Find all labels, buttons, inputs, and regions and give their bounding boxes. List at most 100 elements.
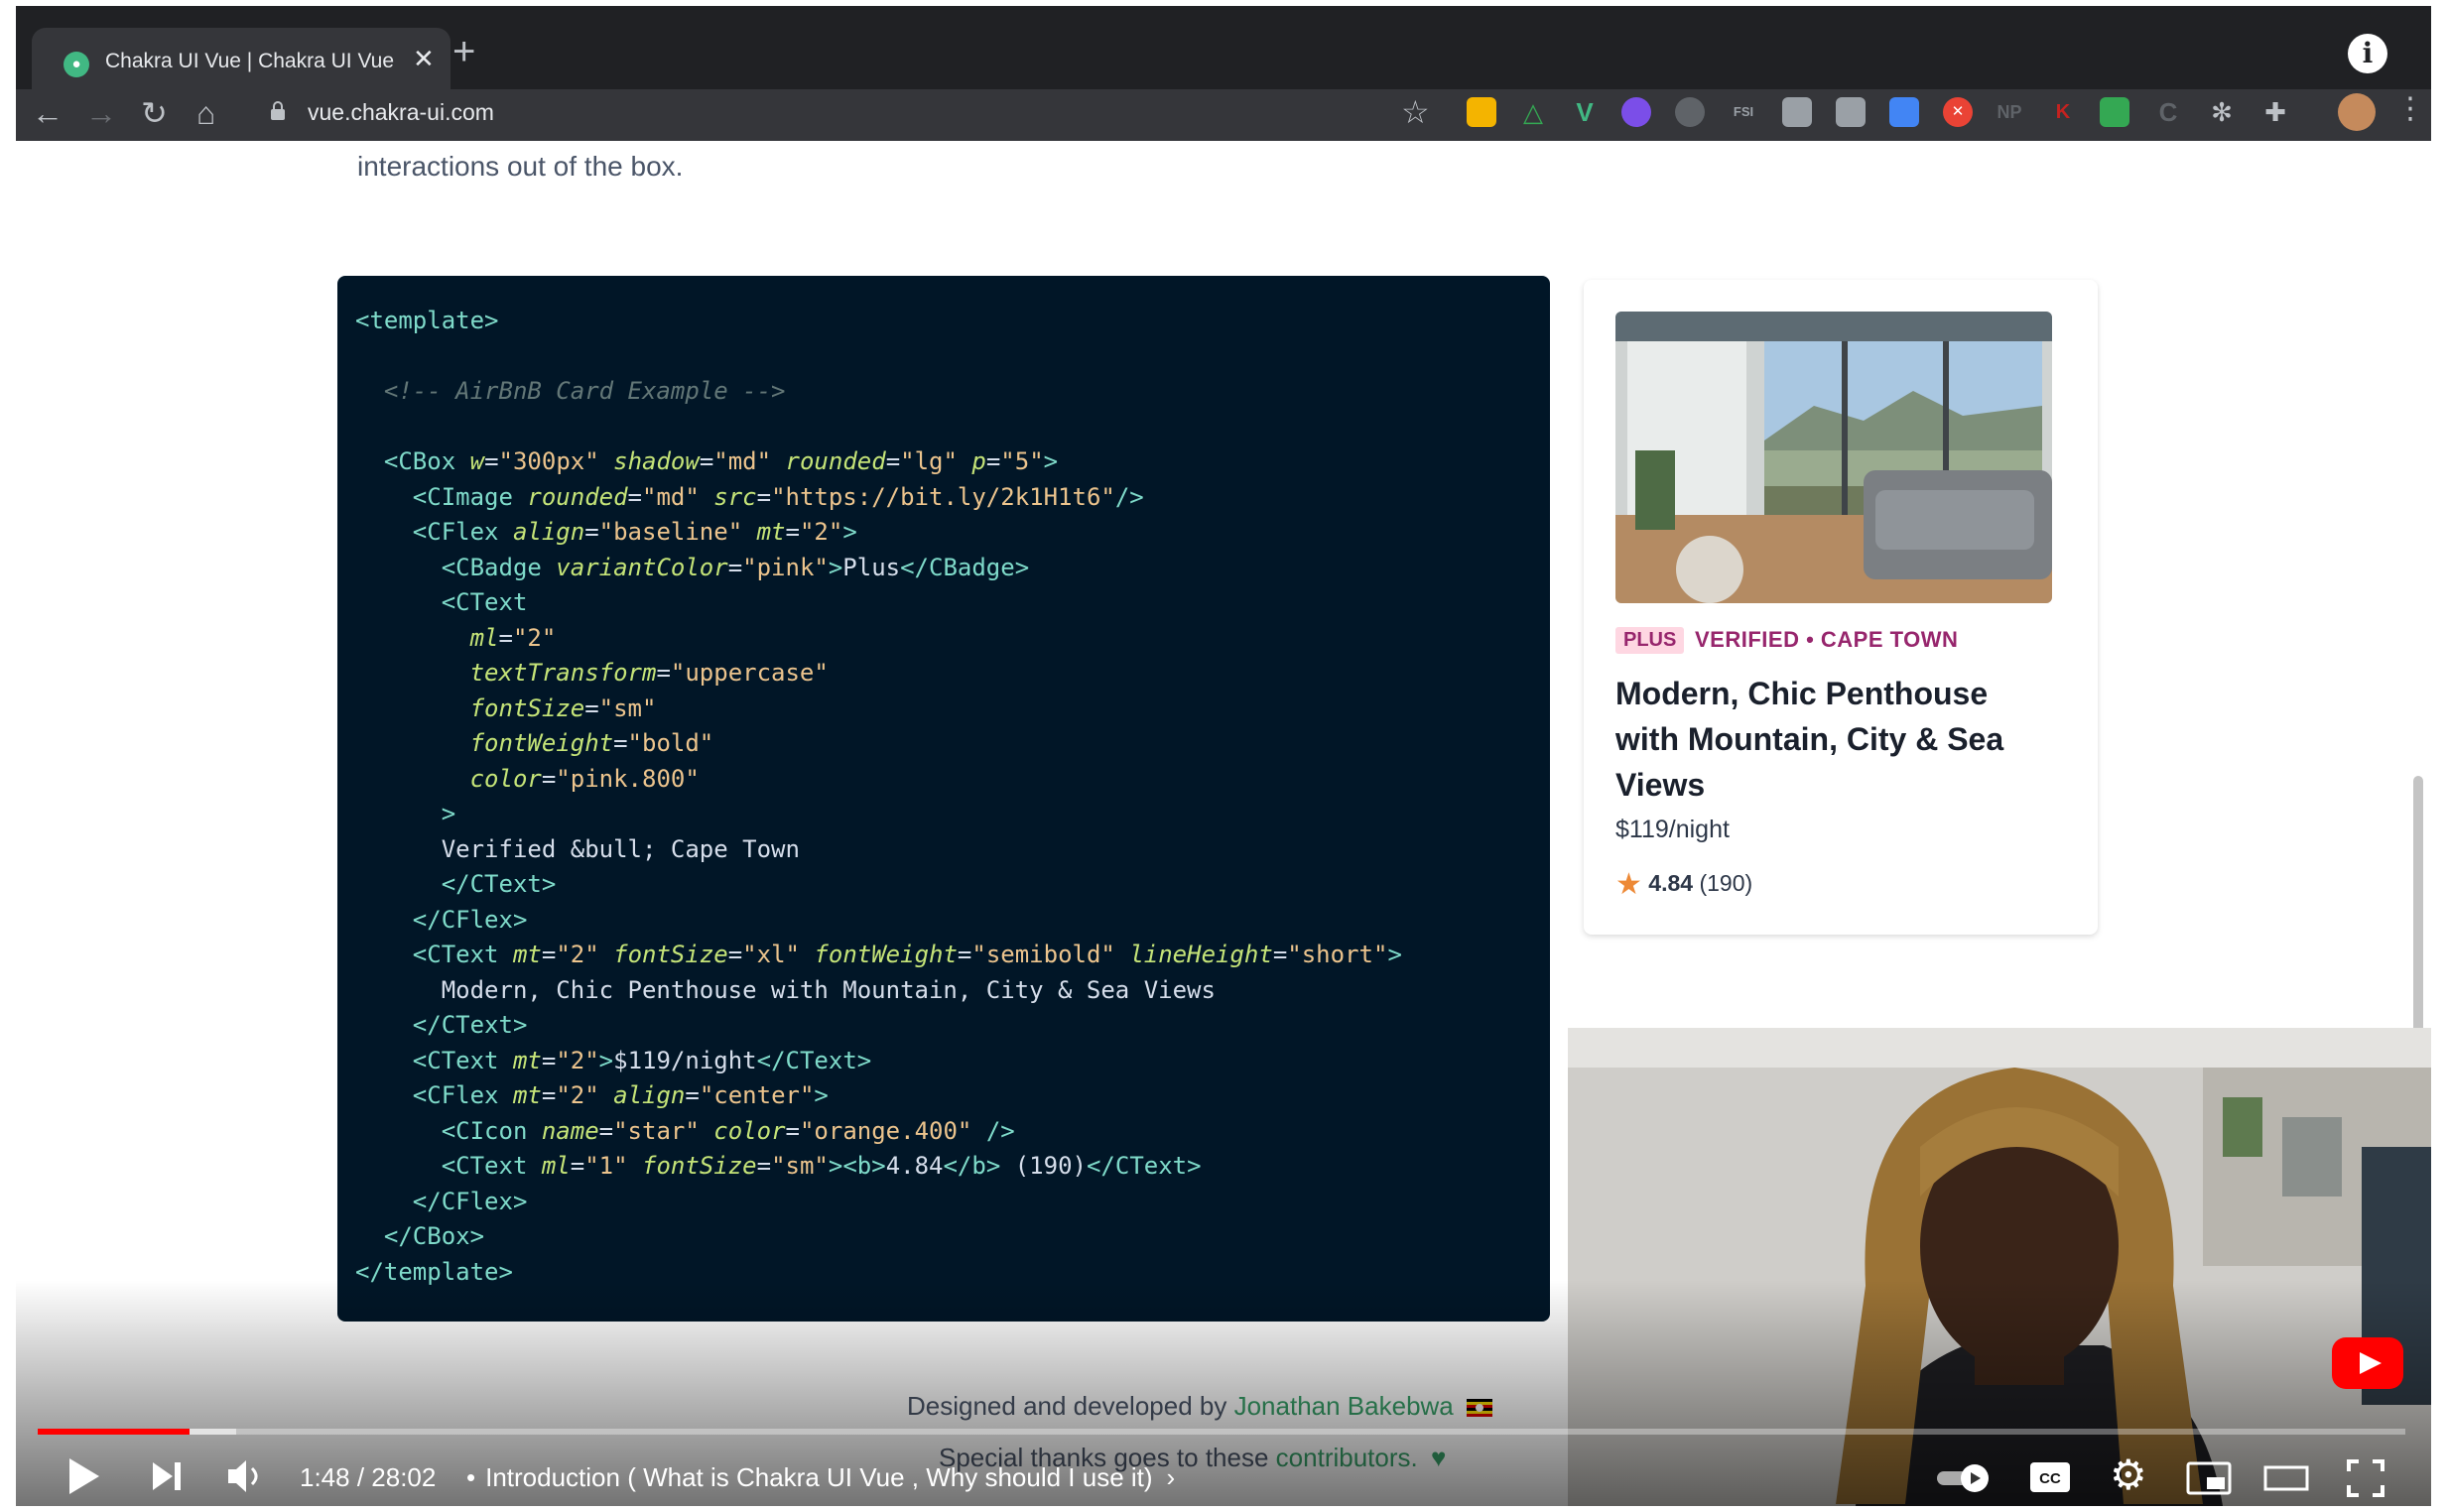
close-tab-icon[interactable]: ✕ (413, 44, 435, 74)
youtube-subscribe-logo[interactable] (2332, 1337, 2403, 1389)
extension-gear-icon[interactable]: ✻ (2207, 97, 2237, 127)
code-token: variantColor (556, 553, 728, 581)
code-token: = (756, 482, 772, 511)
code-token: "1" (584, 1152, 628, 1180)
play-icon[interactable] (64, 1454, 103, 1498)
extension-translate-icon[interactable] (1889, 97, 1919, 127)
code-token: mt (756, 518, 786, 546)
home-icon[interactable]: ⌂ (196, 91, 215, 135)
code-token: > (598, 1046, 614, 1074)
code-token: <CImage (412, 482, 528, 511)
extension-k-icon[interactable]: K (2048, 97, 2078, 127)
autoplay-toggle-icon[interactable] (1935, 1462, 1995, 1494)
extension-vue-devtools-icon[interactable]: V (1570, 97, 1600, 127)
extension-np-icon[interactable]: NP (1995, 97, 2024, 127)
code-token: = (785, 518, 800, 546)
video-progress-bar[interactable] (38, 1429, 2405, 1435)
code-token: fontWeight (814, 941, 958, 968)
back-arrow-icon[interactable]: ← (32, 91, 64, 135)
extension-screenshot-icon[interactable] (1836, 97, 1866, 127)
extension-text-icon[interactable]: FSI (1729, 97, 1758, 127)
code-line: </CFlex> (355, 1185, 528, 1220)
code-token: p (971, 447, 986, 475)
browser-tab[interactable]: ● Chakra UI Vue | Chakra UI Vue ✕ (32, 28, 451, 95)
extension-drive-icon[interactable]: △ (1518, 97, 1548, 127)
volume-icon[interactable] (224, 1456, 268, 1496)
theater-mode-icon[interactable] (2262, 1460, 2310, 1496)
progress-played (38, 1429, 190, 1435)
code-token: = (699, 447, 714, 475)
new-tab-icon[interactable]: + (452, 32, 475, 71)
code-line: <CBox w="300px" shadow="md" rounded="lg"… (355, 444, 1058, 480)
author-link[interactable]: Jonathan Bakebwa (1234, 1391, 1454, 1421)
extension-purple-icon[interactable] (1621, 97, 1651, 127)
code-token: fontSize (469, 693, 585, 722)
card-rating: ★ 4.84 (190) (1615, 867, 1752, 902)
profile-avatar[interactable] (2338, 93, 2376, 131)
code-token: Plus (842, 553, 901, 581)
code-token: "semibold" (971, 941, 1115, 968)
extension-notes-icon[interactable] (1467, 97, 1496, 127)
code-token: "pink" (742, 553, 829, 581)
frame-border-right (2431, 0, 2448, 1512)
code-token: 4.84 (885, 1152, 944, 1180)
closed-captions-icon[interactable]: CC (2028, 1460, 2072, 1494)
code-token: = (484, 447, 499, 475)
code-line: Verified &bull; Cape Town (355, 832, 800, 868)
card-price: $119/night (1615, 816, 1730, 843)
card-title: Modern, Chic Penthouse with Mountain, Ci… (1615, 676, 2004, 803)
settings-gear-icon[interactable]: ⚙ (2110, 1450, 2147, 1499)
bookmark-star-icon[interactable]: ☆ (1401, 93, 1430, 131)
code-token: = (785, 1116, 800, 1145)
browser-toolbar: ← → ↻ ⌂ vue.chakra-ui.com ☆ △ V FSI ✕ NP… (16, 89, 2431, 141)
extensions-puzzle-icon[interactable]: ✚ (2260, 97, 2290, 127)
video-chapter-title[interactable]: • Introduction ( What is Chakra UI Vue , … (466, 1462, 1175, 1493)
code-token: = (685, 1081, 700, 1109)
reload-icon[interactable]: ↻ (141, 91, 168, 135)
extension-green-icon[interactable] (2100, 97, 2129, 127)
browser-menu-icon[interactable]: ⋮ (2395, 91, 2425, 126)
contributors-link[interactable]: contributors. (1276, 1443, 1418, 1472)
address-bar-url[interactable]: vue.chakra-ui.com (308, 99, 494, 126)
code-token: > (828, 1152, 843, 1180)
extension-grey-circle-icon[interactable] (1675, 97, 1705, 127)
info-icon[interactable]: i (2348, 34, 2387, 73)
code-token: = (756, 1152, 772, 1180)
code-token: > (1043, 447, 1059, 475)
code-line: Modern, Chic Penthouse with Mountain, Ci… (355, 973, 1216, 1009)
code-token: = (541, 1046, 557, 1074)
extension-grey-square-icon[interactable] (1782, 97, 1812, 127)
next-video-icon[interactable] (149, 1458, 185, 1494)
miniplayer-icon[interactable] (2185, 1460, 2233, 1496)
code-token: "lg" (900, 447, 958, 475)
code-token: mt (512, 1081, 542, 1109)
svg-text:CC: CC (2039, 1470, 2061, 1487)
code-line: <CFlex mt="2" align="center"> (355, 1078, 829, 1114)
code-token: </template> (355, 1257, 513, 1286)
code-line: color="pink.800" (355, 762, 700, 798)
fullscreen-icon[interactable] (2346, 1458, 2385, 1498)
code-token: "bold" (627, 729, 714, 757)
code-token: </CText> (756, 1046, 872, 1074)
code-token: > (441, 800, 456, 827)
code-token: ml (469, 623, 499, 652)
code-token: "orange.400" (799, 1116, 972, 1145)
code-token: = (570, 1152, 585, 1180)
forward-arrow-icon[interactable]: → (85, 91, 117, 135)
code-token: = (627, 482, 642, 511)
extension-c-icon[interactable]: C (2153, 97, 2183, 127)
code-token: fontWeight (469, 729, 614, 757)
extension-red-icon[interactable]: ✕ (1943, 97, 1973, 127)
code-token: /> (1114, 482, 1144, 511)
